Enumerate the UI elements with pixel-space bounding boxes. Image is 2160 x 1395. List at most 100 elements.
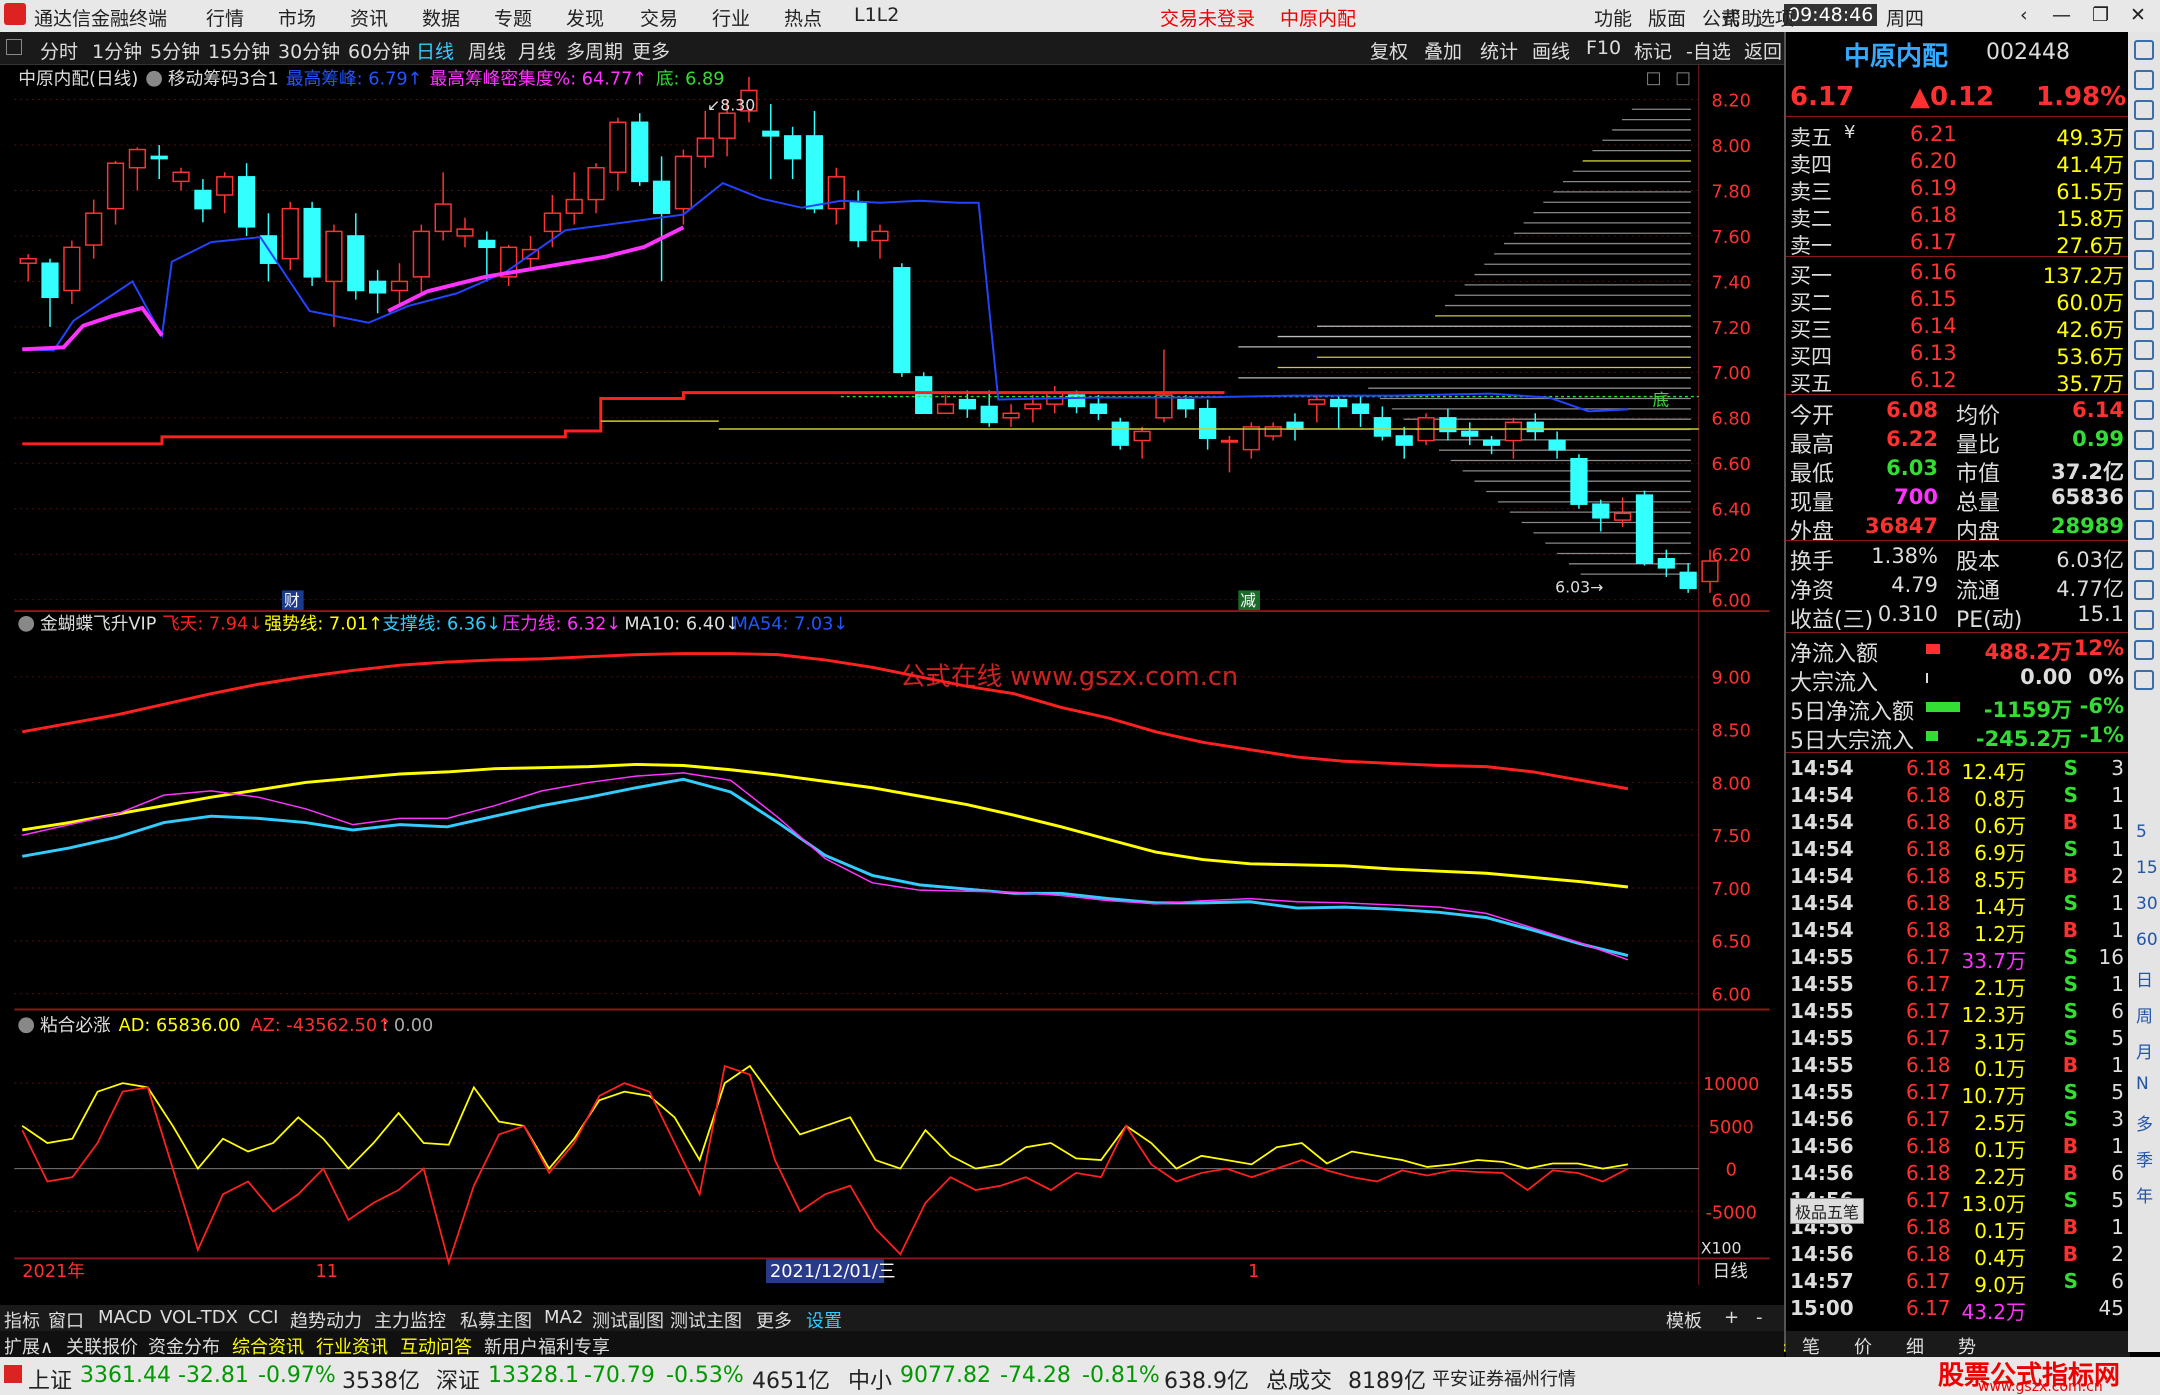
zx-label[interactable]: 中小 xyxy=(848,1363,892,1395)
period-tab-2[interactable]: 5分钟 xyxy=(150,37,200,64)
nav-item-2[interactable]: 资讯 xyxy=(350,4,388,31)
nav-item-6[interactable]: 交易 xyxy=(640,4,678,31)
tool-icon-21[interactable] xyxy=(2134,670,2154,690)
nav-item-5[interactable]: 发现 xyxy=(566,4,604,31)
p1-toggle-icon[interactable] xyxy=(1647,72,1660,86)
side-period-9[interactable]: 季 xyxy=(2136,1146,2153,1171)
info-tab-1[interactable]: 关联报价 xyxy=(66,1333,138,1359)
indicator-tab-12[interactable]: 设置 xyxy=(806,1307,842,1333)
side-period-3[interactable]: 60 xyxy=(2136,930,2158,950)
info-tab-3[interactable]: 综合资讯 xyxy=(232,1333,304,1359)
nav-item-3[interactable]: 数据 xyxy=(422,4,460,31)
indicator-tab-0[interactable]: 指标 xyxy=(4,1307,40,1333)
minimize-icon[interactable]: — xyxy=(2052,4,2071,26)
tool-icon-3[interactable] xyxy=(2134,130,2154,150)
info-tab-6[interactable]: 新用户福利专享 xyxy=(484,1333,610,1359)
ime-popup[interactable]: 极品五笔 xyxy=(1790,1198,1865,1224)
period-tab-4[interactable]: 30分钟 xyxy=(278,37,340,64)
back-arrow-icon[interactable]: ‹ xyxy=(2020,4,2028,26)
tool-icon-10[interactable] xyxy=(2134,340,2154,360)
nav-item-9[interactable]: L1L2 xyxy=(854,4,899,26)
rp-tab-2[interactable]: 笔 xyxy=(1802,1333,1820,1359)
close-icon[interactable]: ✕ xyxy=(2130,4,2146,26)
tool-icon-8[interactable] xyxy=(2134,280,2154,300)
tool-icon-15[interactable] xyxy=(2134,490,2154,510)
indicator-tab-7[interactable]: 私募主图 xyxy=(460,1307,532,1333)
sz-label[interactable]: 深证 xyxy=(436,1363,480,1395)
tool-icon-2[interactable] xyxy=(2134,100,2154,120)
tool-btn-4[interactable]: F10 xyxy=(1586,37,1621,59)
p2-settings-icon[interactable] xyxy=(18,615,35,632)
period-tab-10[interactable]: 更多 xyxy=(632,37,670,64)
tool-icon-13[interactable] xyxy=(2134,430,2154,450)
tool-icon-16[interactable] xyxy=(2134,520,2154,540)
login-status[interactable]: 交易未登录 xyxy=(1160,4,1255,31)
menu-item-4[interactable]: 帮助 xyxy=(1722,4,1760,31)
tool-btn-1[interactable]: 叠加 xyxy=(1424,37,1462,64)
period-tab-7[interactable]: 周线 xyxy=(468,37,506,64)
tool-icon-17[interactable] xyxy=(2134,550,2154,570)
rp-tab-3[interactable]: 价 xyxy=(1854,1333,1872,1359)
info-tab-2[interactable]: 资金分布 xyxy=(148,1333,220,1359)
tool-icon-20[interactable] xyxy=(2134,640,2154,660)
tool-icon-6[interactable] xyxy=(2134,220,2154,240)
indicator-tab-5[interactable]: 趋势动力 xyxy=(290,1307,362,1333)
menu-item-3[interactable]: 选项 xyxy=(1756,4,1794,31)
side-period-2[interactable]: 30 xyxy=(2136,894,2158,914)
tool-btn-5[interactable]: 标记 xyxy=(1634,37,1672,64)
side-period-10[interactable]: 年 xyxy=(2136,1182,2153,1207)
tool-icon-0[interactable] xyxy=(2134,40,2154,60)
tool-icon-18[interactable] xyxy=(2134,580,2154,600)
period-tab-1[interactable]: 1分钟 xyxy=(92,37,142,64)
side-period-6[interactable]: 月 xyxy=(2136,1038,2153,1063)
tool-icon-12[interactable] xyxy=(2134,400,2154,420)
indicator-tab-3[interactable]: VOL-TDX xyxy=(160,1307,238,1328)
nav-item-1[interactable]: 市场 xyxy=(278,4,316,31)
indicator-tab-2[interactable]: MACD xyxy=(98,1307,152,1328)
menu-item-1[interactable]: 版面 xyxy=(1648,4,1686,31)
info-tab-0[interactable]: 扩展∧ xyxy=(4,1333,53,1359)
period-tab-9[interactable]: 多周期 xyxy=(566,37,623,64)
tool-icon-5[interactable] xyxy=(2134,190,2154,210)
tool-btn-3[interactable]: 画线 xyxy=(1532,37,1570,64)
indicator-tab-15[interactable]: - xyxy=(1756,1307,1763,1328)
indicator-tab-9[interactable]: 测试副图 xyxy=(592,1307,664,1333)
tool-icon-4[interactable] xyxy=(2134,160,2154,180)
maximize-icon[interactable]: ❐ xyxy=(2092,4,2109,26)
indicator-tab-11[interactable]: 更多 xyxy=(756,1307,792,1333)
side-period-5[interactable]: 周 xyxy=(2136,1002,2153,1027)
tool-icon-9[interactable] xyxy=(2134,310,2154,330)
tool-icon-1[interactable] xyxy=(2134,70,2154,90)
side-period-8[interactable]: 多 xyxy=(2136,1110,2153,1135)
side-period-1[interactable]: 15 xyxy=(2136,858,2158,878)
chart-area[interactable]: 8.20 8.00 7.80 7.60 7.40 7.20 7.00 6.80 6.60 6.40… xyxy=(0,65,1784,1285)
indicator-tab-8[interactable]: MA2 xyxy=(544,1307,583,1328)
tool-icon-14[interactable] xyxy=(2134,460,2154,480)
nav-item-4[interactable]: 专题 xyxy=(494,4,532,31)
p1-settings-icon[interactable] xyxy=(146,70,162,87)
side-period-0[interactable]: 5 xyxy=(2136,822,2147,842)
p3-settings-icon[interactable] xyxy=(18,1017,35,1034)
sh-label[interactable]: 上证 xyxy=(28,1363,72,1395)
info-tab-4[interactable]: 行业资讯 xyxy=(316,1333,388,1359)
period-tab-0[interactable]: 分时 xyxy=(40,37,78,64)
period-tab-8[interactable]: 月线 xyxy=(518,37,556,64)
indicator-tab-14[interactable]: + xyxy=(1724,1307,1739,1328)
nav-item-7[interactable]: 行业 xyxy=(712,4,750,31)
period-tab-6[interactable]: 日线 xyxy=(416,37,454,64)
side-period-7[interactable]: N xyxy=(2136,1074,2149,1094)
menu-item-0[interactable]: 功能 xyxy=(1594,4,1632,31)
tool-btn-0[interactable]: 复权 xyxy=(1370,37,1408,64)
p1-close-icon[interactable] xyxy=(1676,72,1690,86)
tool-btn-6[interactable]: -自选 xyxy=(1686,37,1731,64)
indicator-tab-10[interactable]: 测试主图 xyxy=(670,1307,742,1333)
indicator-tab-1[interactable]: 窗口 xyxy=(48,1307,84,1333)
indicator-tab-13[interactable]: 模板 xyxy=(1666,1307,1702,1333)
rp-tab-4[interactable]: 细 xyxy=(1906,1333,1924,1359)
panel-toggle-icon[interactable] xyxy=(6,39,22,55)
tool-btn-2[interactable]: 统计 xyxy=(1480,37,1518,64)
info-tab-5[interactable]: 互动问答 xyxy=(400,1333,472,1359)
tool-icon-11[interactable] xyxy=(2134,370,2154,390)
indicator-tab-4[interactable]: CCI xyxy=(248,1307,278,1328)
nav-item-8[interactable]: 热点 xyxy=(784,4,822,31)
